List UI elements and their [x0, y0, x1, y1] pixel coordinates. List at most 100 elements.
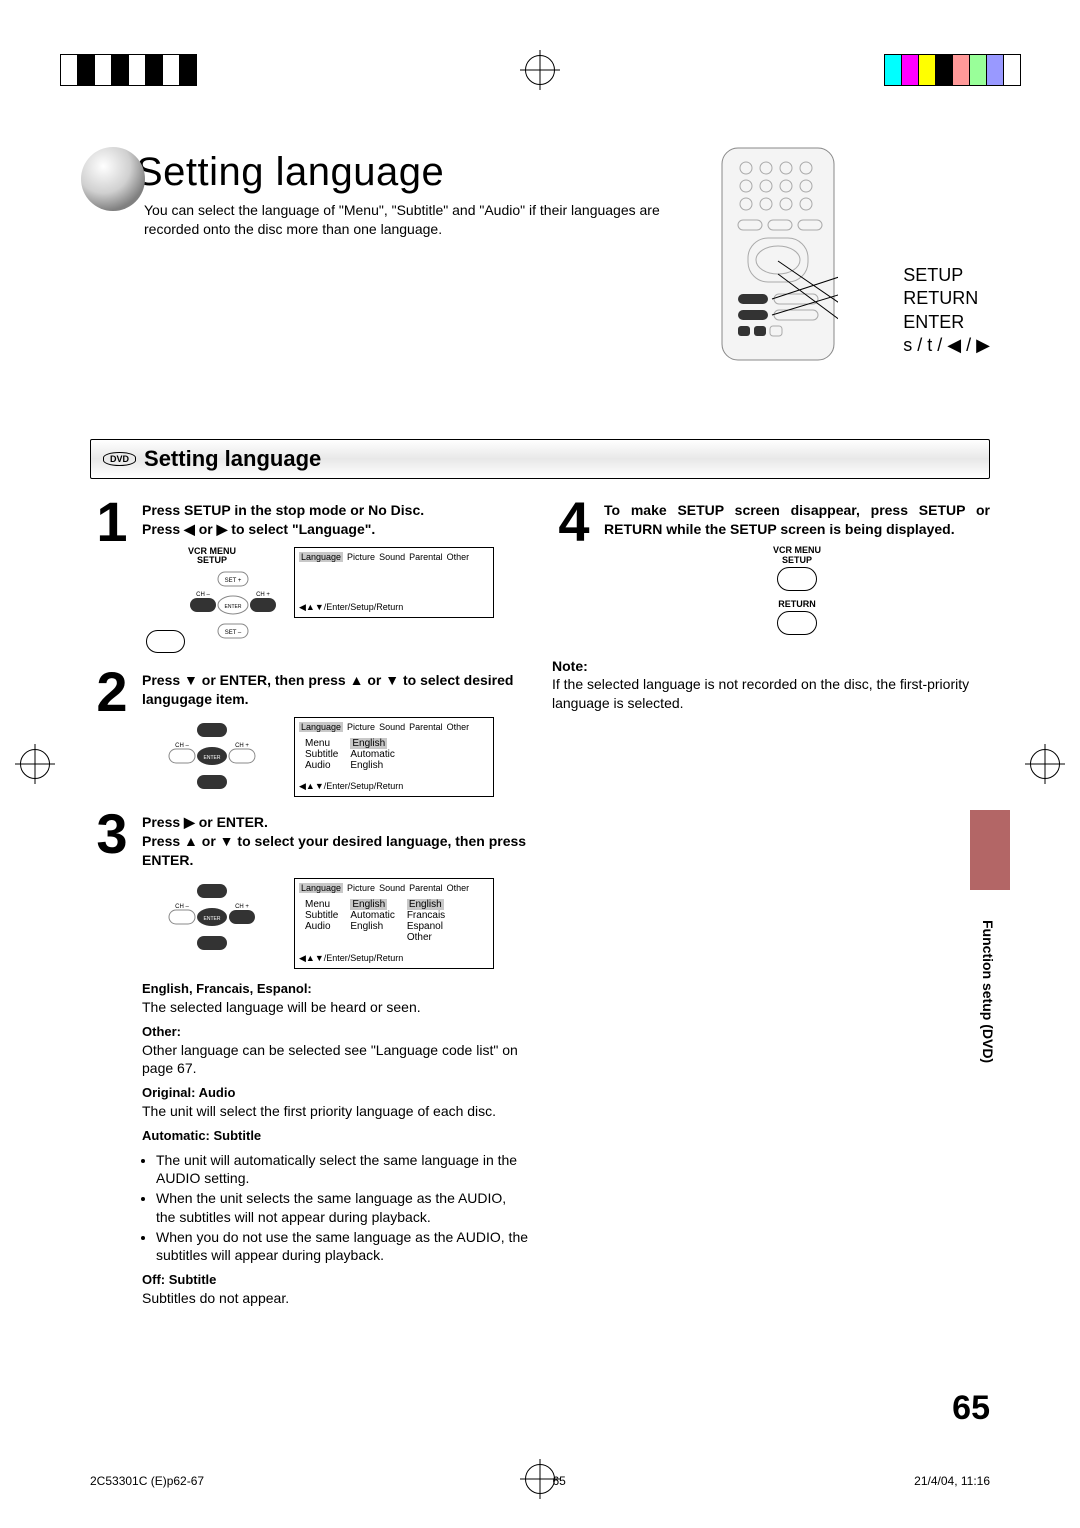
dpad-icon: SET + SET – CH – CH + ENTER	[188, 570, 278, 640]
t3r4c3: Other	[401, 932, 451, 943]
remote-label-enter: ENTER	[903, 311, 990, 334]
osd-tab-sound: Sound	[379, 722, 405, 732]
notes-block: English, Francais, Espanol:The selected …	[142, 979, 528, 1308]
osd-tab-sound: Sound	[379, 552, 405, 562]
svg-text:CH +: CH +	[235, 904, 249, 910]
osd-r2c2: Automatic	[344, 749, 400, 760]
t3r3c1: Audio	[299, 921, 344, 932]
remote-label-nav: s / t / ◀ / ▶	[903, 334, 990, 357]
svg-text:SET +: SET +	[224, 578, 241, 584]
page-number: 65	[952, 1389, 990, 1428]
efs-text: The selected language will be heard or s…	[142, 999, 421, 1015]
off-heading: Off: Subtitle	[142, 1272, 216, 1287]
svg-text:ENTER: ENTER	[224, 604, 241, 610]
registration-mark-bottom	[525, 1464, 555, 1494]
remote-label-setup: SETUP	[903, 264, 990, 287]
registration-mark-top	[525, 55, 555, 85]
registration-mark-right	[1030, 749, 1060, 779]
setup-button-icon	[777, 567, 817, 591]
svg-text:CH +: CH +	[256, 592, 270, 598]
step-4-number: 4	[552, 497, 596, 637]
auto-b1: The unit will automatically select the s…	[156, 1151, 528, 1187]
t3r4c1	[299, 932, 344, 943]
osd-tab-parental: Parental	[409, 722, 443, 732]
setup-button-icon	[146, 630, 185, 653]
step-2-text: Press ▼ or ENTER, then press ▲ or ▼ to s…	[142, 671, 528, 709]
svg-text:CH –: CH –	[175, 743, 189, 749]
dpad-icon: SET + SET – CH – CH + ENTER	[167, 721, 257, 791]
t3r3c2: English	[344, 921, 400, 932]
step-1-line2: Press ◀ or ▶ to select "Language".	[142, 520, 528, 539]
t3r2c1: Subtitle	[299, 910, 344, 921]
cmyk-bar-left	[60, 54, 196, 86]
step-4: 4 To make SETUP screen disappear, press …	[552, 497, 990, 637]
left-column: 1 Press SETUP in the stop mode or No Dis…	[90, 497, 528, 1326]
osd-tab-sound: Sound	[379, 883, 405, 893]
osd-tab-picture: Picture	[347, 722, 375, 732]
page-content: Setting language You can select the lang…	[90, 150, 990, 1438]
osd-r1c2: English	[350, 738, 387, 749]
sphere-icon	[78, 144, 148, 214]
osd-r3c1: Audio	[299, 760, 344, 771]
osd-table-3: MenuEnglishEnglish SubtitleAutomaticFran…	[299, 899, 451, 943]
remote-illustration: SETUP RETURN ENTER s / t / ◀ / ▶	[710, 144, 990, 369]
t3r2c3: Francais	[401, 910, 451, 921]
step-4-remote-diagram: VCR MENU SETUP RETURN	[604, 545, 990, 637]
return-label: RETURN	[604, 599, 990, 609]
osd-footer-2: ◀▲▼/Enter/Setup/Return	[299, 781, 489, 792]
other-heading: Other:	[142, 1024, 181, 1039]
footer-timestamp: 21/4/04, 11:16	[914, 1474, 990, 1488]
osd-tab-language: Language	[299, 883, 343, 893]
step-2-remote-diagram: SET + SET – CH – CH + ENTER	[142, 717, 282, 797]
step-1-line1: Press SETUP in the stop mode or No Disc.	[142, 501, 528, 520]
svg-text:CH –: CH –	[196, 592, 210, 598]
svg-text:CH –: CH –	[175, 904, 189, 910]
svg-text:SET +: SET +	[204, 882, 221, 884]
auto-b3: When you do not use the same language as…	[156, 1228, 528, 1264]
return-button-icon	[777, 611, 817, 635]
side-category: Function setup (DVD)	[980, 920, 996, 1063]
dvd-badge: DVD	[103, 452, 136, 466]
svg-text:CH +: CH +	[235, 743, 249, 749]
step-3-osd: Language Picture Sound Parental Other Me…	[294, 878, 494, 969]
osd-r3c2: English	[344, 760, 400, 771]
t3r1c3: English	[407, 899, 444, 910]
crop-marks-top	[0, 40, 1080, 100]
step-2-number: 2	[90, 667, 134, 797]
section-header: DVD Setting language	[90, 439, 990, 479]
osd-footer-1: ◀▲▼/Enter/Setup/Return	[299, 602, 489, 613]
step-1-remote-diagram: VCR MENU SETUP SET + SET – CH –	[142, 547, 282, 656]
remote-labels: SETUP RETURN ENTER s / t / ◀ / ▶	[903, 264, 990, 358]
t3r3c3: Espanol	[401, 921, 451, 932]
note-text: If the selected language is not recorded…	[552, 675, 990, 713]
step-1-line2c: to select "Language".	[227, 521, 375, 537]
osd-r2c1: Subtitle	[299, 749, 344, 760]
osd-r1c1: Menu	[299, 738, 344, 749]
osd-tab-other: Other	[447, 883, 470, 893]
step-1-line2a: Press	[142, 521, 184, 537]
osd-tab-language: Language	[299, 722, 343, 732]
svg-text:SET +: SET +	[204, 721, 221, 723]
osd-table-2: MenuEnglish SubtitleAutomatic AudioEngli…	[299, 738, 401, 771]
step-3-line2: Press ▲ or ▼ to select your desired lang…	[142, 832, 528, 870]
original-text: The unit will select the first priority …	[142, 1103, 496, 1119]
osd-tab-other: Other	[447, 722, 470, 732]
right-column: 4 To make SETUP screen disappear, press …	[552, 497, 990, 1326]
step-3-line1: Press ▶ or ENTER.	[142, 813, 528, 832]
step-2-osd: Language Picture Sound Parental Other Me…	[294, 717, 494, 797]
step-3-number: 3	[90, 809, 134, 1313]
t3r2c2: Automatic	[344, 910, 400, 921]
remote-label-return: RETURN	[903, 287, 990, 310]
note-heading: Note:	[552, 658, 588, 674]
other-text: Other language can be selected see "Lang…	[142, 1042, 518, 1076]
osd-footer-3: ◀▲▼/Enter/Setup/Return	[299, 953, 489, 964]
t3r1c1: Menu	[299, 899, 344, 910]
step-2: 2 Press ▼ or ENTER, then press ▲ or ▼ to…	[90, 667, 528, 797]
step-1: 1 Press SETUP in the stop mode or No Dis…	[90, 497, 528, 656]
step-4-text: To make SETUP screen disappear, press SE…	[604, 501, 990, 539]
vcr-menu-label: VCR MENU	[604, 545, 990, 555]
dpad-icon: ENTER SET + SET – CH – CH +	[167, 882, 257, 952]
automatic-bullets: The unit will automatically select the s…	[142, 1151, 528, 1264]
setup-label: SETUP	[142, 556, 282, 566]
registration-mark-left	[20, 749, 50, 779]
